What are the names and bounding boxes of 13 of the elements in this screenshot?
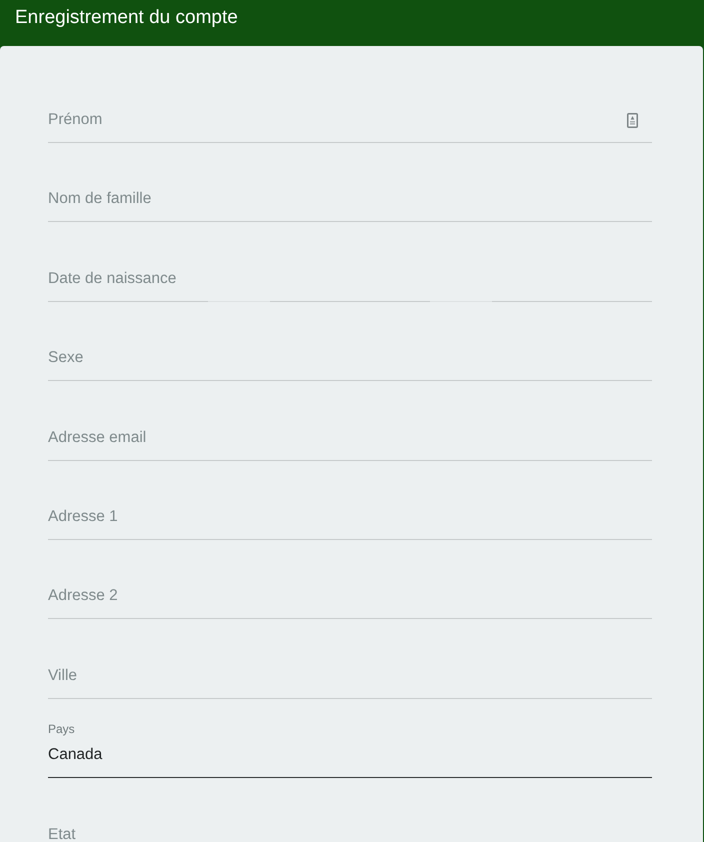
floating-label: Pays xyxy=(48,722,75,736)
text-field[interactable]: Adresse 1 xyxy=(48,482,652,540)
text-field[interactable]: Etat xyxy=(48,800,652,842)
text-field[interactable]: Adresse email xyxy=(48,402,652,461)
page-title: Enregistrement du compte xyxy=(15,6,238,30)
text-field[interactable]: Ville xyxy=(48,640,652,699)
id-card-icon[interactable] xyxy=(627,113,638,128)
text-field[interactable]: Nom de famille xyxy=(48,164,652,222)
date-part-field[interactable]: Date de naissance xyxy=(48,244,208,302)
country-field[interactable]: Pays Canada xyxy=(48,720,652,778)
field-value: Canada xyxy=(48,745,102,766)
text-field[interactable]: Adresse 2 xyxy=(48,561,652,620)
text-field[interactable]: Sexe xyxy=(48,323,652,382)
